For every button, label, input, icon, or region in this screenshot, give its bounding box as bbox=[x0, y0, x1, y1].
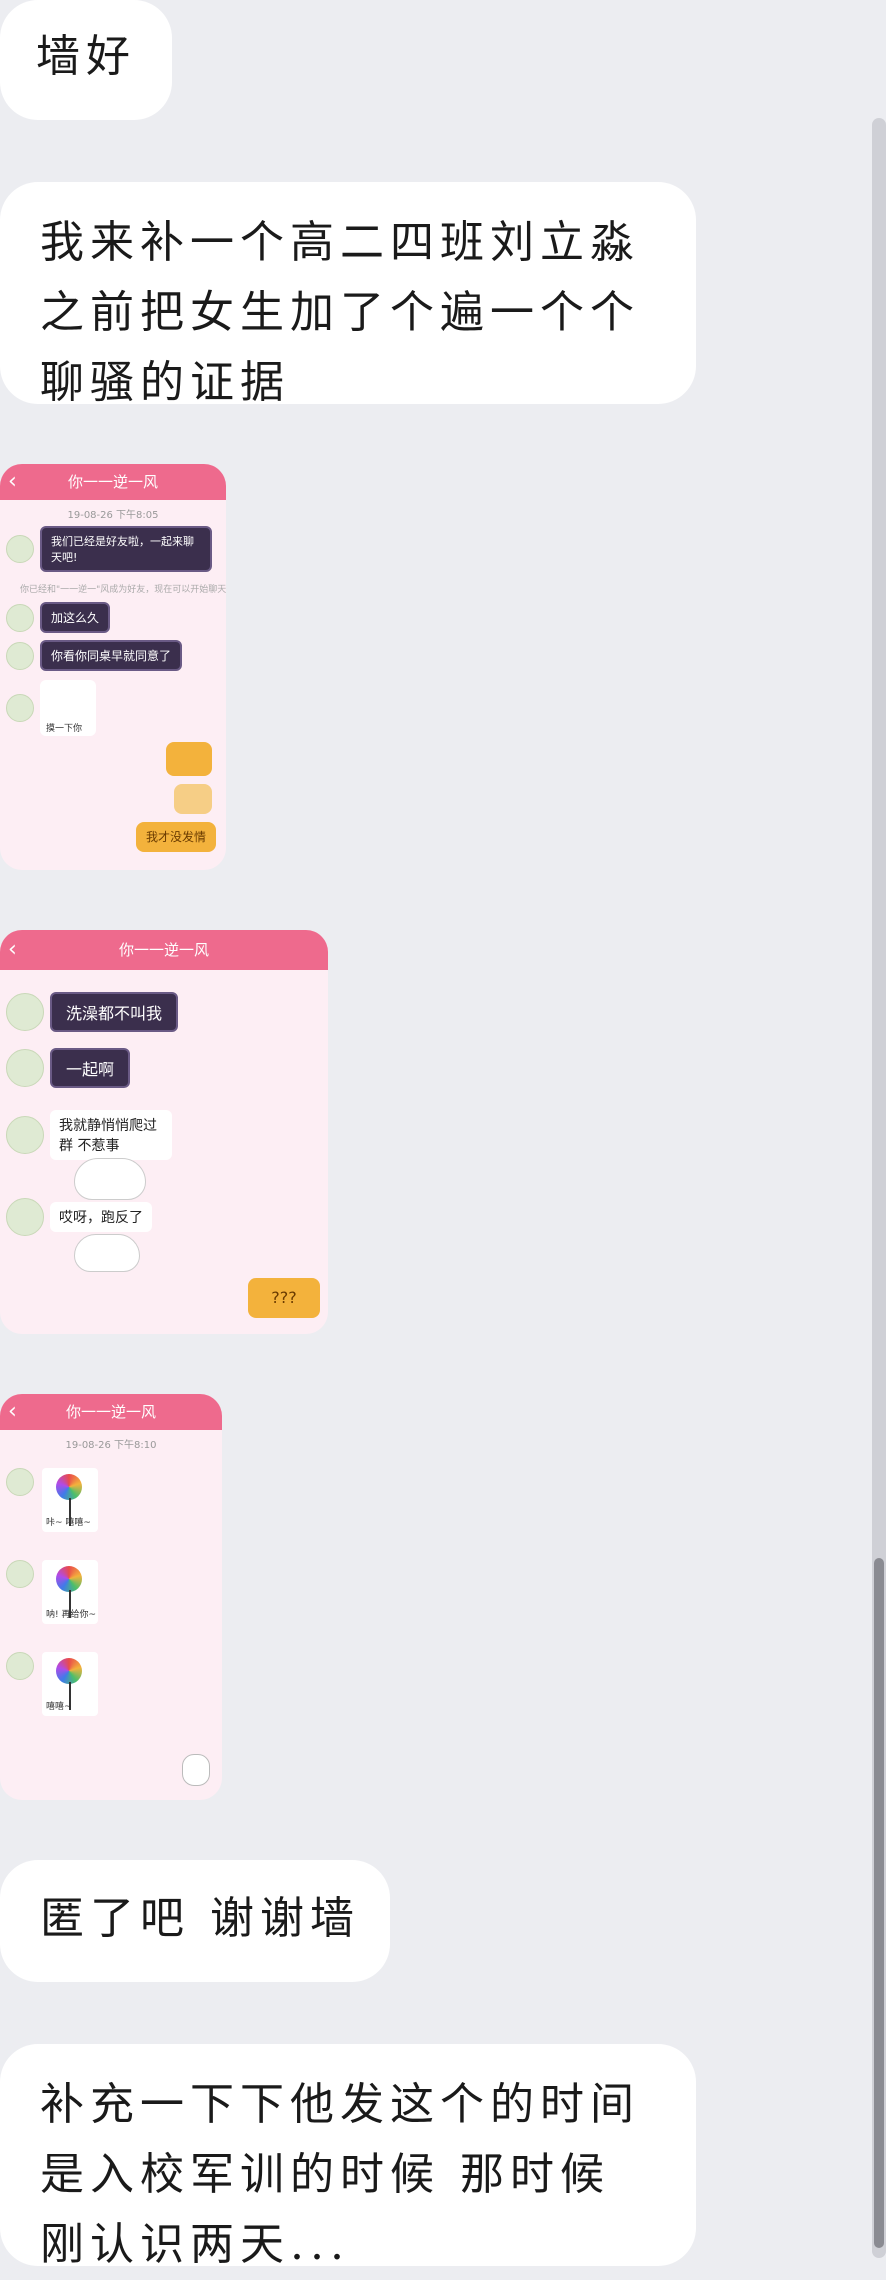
timestamp: 19-08-26 下午8:05 bbox=[67, 510, 159, 521]
avatar bbox=[6, 1468, 34, 1496]
scrollbar[interactable] bbox=[872, 118, 886, 2258]
avatar bbox=[6, 641, 34, 670]
sticker-caption: 呐! 再给你~ bbox=[46, 1610, 97, 1620]
message-text: 聊骚的证据 bbox=[40, 357, 290, 408]
message-text: 墙好 bbox=[36, 31, 136, 82]
back-icon: ‹ bbox=[8, 469, 17, 494]
message-bubble: 一起啊 bbox=[50, 1048, 131, 1088]
rabbit-sticker-icon bbox=[182, 1754, 210, 1786]
message-text: 是入校军训的时候 那时候 bbox=[40, 2149, 610, 2200]
lollipop-icon bbox=[56, 1658, 82, 1684]
sticker-image: 我才没发情 bbox=[136, 822, 216, 852]
sticker-image: ??? bbox=[248, 1278, 320, 1318]
sticker-caption: 咔~ 嘻嘻~ bbox=[46, 1518, 91, 1528]
avatar bbox=[6, 1049, 44, 1087]
message-text: 刚认识两天... bbox=[40, 2219, 350, 2270]
avatar bbox=[6, 603, 34, 632]
back-icon: ‹ bbox=[8, 1399, 17, 1424]
chat-header: ‹ 你一一逆一风 bbox=[0, 1394, 222, 1430]
avatar bbox=[6, 535, 34, 563]
avatar bbox=[6, 1116, 44, 1154]
sticker-caption: 摸一下你 bbox=[46, 724, 83, 734]
chat-title: 你一一逆一风 bbox=[65, 1403, 156, 1421]
lollipop-icon bbox=[56, 1566, 82, 1592]
chat-screenshot-image[interactable]: ‹ 你一一逆一风 19-08-26 下午8:10 咔~ 嘻嘻~ 呐! 再给你~ … bbox=[0, 1394, 222, 1800]
sticker-image: 摸一下你 bbox=[40, 680, 96, 736]
message-text: 补充一下下他发这个的时间 bbox=[40, 2079, 640, 2130]
message-bubble[interactable]: 匿了吧 谢谢墙 bbox=[0, 1860, 390, 1982]
sticker-image: 呐! 再给你~ bbox=[42, 1560, 98, 1624]
message-bubble: 你看你同桌早就同意了 bbox=[40, 640, 183, 671]
sticker-image: 嘻嘻~ bbox=[42, 1652, 98, 1716]
sticker-caption: 嘻嘻~ bbox=[46, 1702, 72, 1712]
system-notice: 你已经和"一一逆一"风成为好友，现在可以开始聊天了。 bbox=[20, 585, 226, 595]
sticker-image bbox=[74, 1158, 146, 1200]
message-text: 我来补一个高二四班刘立淼 bbox=[40, 217, 640, 268]
message-bubble: 我就静悄悄爬过群 不惹事 bbox=[50, 1110, 172, 1160]
message-bubble: 我们已经是好友啦，一起来聊天吧! bbox=[40, 526, 212, 572]
lollipop-icon bbox=[56, 1474, 82, 1500]
chat-title: 你一一逆一风 bbox=[67, 473, 158, 491]
sticker-image: 咔~ 嘻嘻~ bbox=[42, 1468, 98, 1532]
chat-title: 你一一逆一风 bbox=[118, 941, 209, 959]
timestamp: 19-08-26 下午8:10 bbox=[65, 1440, 157, 1451]
scrollbar-thumb[interactable] bbox=[874, 1558, 884, 2248]
message-bubble: 哎呀，跑反了 bbox=[50, 1202, 152, 1232]
avatar bbox=[6, 1198, 44, 1236]
chat-header: ‹ 你一一逆一风 bbox=[0, 464, 226, 500]
sticker-image bbox=[166, 742, 212, 776]
sticker-image bbox=[74, 1234, 140, 1272]
message-bubble[interactable]: 墙好 bbox=[0, 0, 172, 120]
chat-header: ‹ 你一一逆一风 bbox=[0, 930, 328, 970]
avatar bbox=[6, 993, 44, 1031]
back-icon: ‹ bbox=[8, 937, 17, 962]
avatar bbox=[6, 1652, 34, 1680]
message-bubble[interactable]: 补充一下下他发这个的时间 是入校军训的时候 那时候 刚认识两天... bbox=[0, 2044, 696, 2270]
message-bubble: 洗澡都不叫我 bbox=[50, 992, 179, 1032]
message-bubble[interactable]: 我来补一个高二四班刘立淼 之前把女生加了个遍一个个 聊骚的证据 bbox=[0, 182, 696, 408]
avatar bbox=[6, 694, 34, 722]
chat-screenshot-image[interactable]: ‹ 你一一逆一风 19-08-26 下午8:05 我们已经是好友啦，一起来聊天吧… bbox=[0, 464, 226, 870]
message-text: 之前把女生加了个遍一个个 bbox=[40, 287, 640, 338]
message-text: 匿了吧 谢谢墙 bbox=[40, 1893, 360, 1944]
message-bubble: 加这么久 bbox=[40, 602, 111, 633]
chat-screenshot-image[interactable]: ‹ 你一一逆一风 洗澡都不叫我 一起啊 我就静悄悄爬过群 不惹事 哎呀，跑反了 … bbox=[0, 930, 328, 1334]
avatar bbox=[6, 1560, 34, 1588]
sticker-image bbox=[174, 784, 212, 814]
